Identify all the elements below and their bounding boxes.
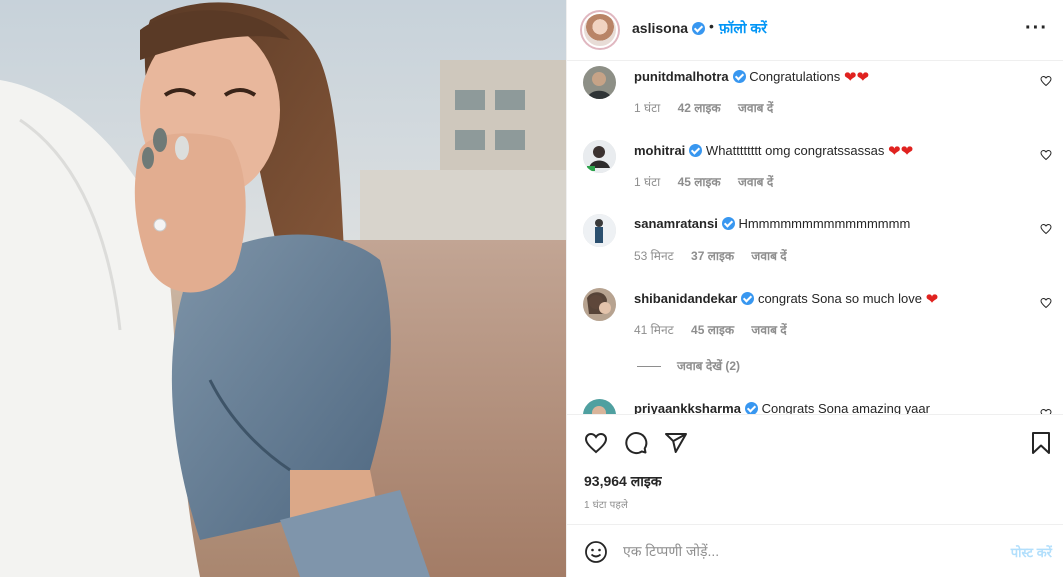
reply-button[interactable]: जवाब दें [738, 101, 773, 115]
post-photo[interactable] [0, 0, 566, 577]
post-panel: aslisona • फ़ॉलो करें ··· punitdmalhotra… [566, 0, 1063, 577]
verified-badge-icon [732, 70, 746, 83]
heart-outline-icon[interactable] [1040, 75, 1052, 87]
comment-text: Whatttttttt omg congratssassas [705, 143, 885, 158]
share-send-icon[interactable] [664, 431, 688, 455]
comment-item: punitdmalhotra Congratulations ❤❤ 1 घंटा… [567, 61, 1063, 135]
heart-emoji: ❤❤ [888, 143, 914, 160]
verified-badge-icon [692, 22, 706, 35]
comment-text: Congrats Sona amazing yaar [761, 401, 930, 414]
comment-time[interactable]: 1 घंटा [634, 175, 660, 189]
comment-item: priyaankksharma Congrats Sona amazing ya… [567, 394, 1063, 414]
commenter-username[interactable]: priyaankksharma [634, 401, 741, 414]
verified-badge-icon [721, 217, 735, 230]
commenter-username[interactable]: sanamratansi [634, 216, 718, 231]
comment-time[interactable]: 41 मिनट [634, 323, 674, 337]
comments-list[interactable]: punitdmalhotra Congratulations ❤❤ 1 घंटा… [567, 61, 1063, 414]
comment-input[interactable] [623, 538, 983, 564]
like-heart-icon[interactable] [584, 431, 608, 455]
comment-text: congrats Sona so much love [757, 291, 922, 306]
commenter-avatar[interactable] [583, 214, 616, 247]
comment-likes[interactable]: 45 लाइक [678, 175, 721, 189]
heart-outline-icon[interactable] [1040, 297, 1052, 309]
author-avatar[interactable] [580, 10, 620, 50]
replies-divider [637, 366, 661, 368]
commenter-avatar[interactable] [583, 399, 616, 414]
verified-badge-icon [689, 144, 703, 157]
likes-count[interactable]: 93,964 लाइक [584, 472, 661, 491]
commenter-username[interactable]: shibanidandekar [634, 291, 737, 306]
heart-outline-icon[interactable] [1040, 223, 1052, 235]
reply-button[interactable]: जवाब दें [751, 249, 786, 263]
bookmark-icon[interactable] [1030, 431, 1052, 455]
post-image [0, 0, 566, 577]
author-username[interactable]: aslisona [632, 20, 706, 36]
comment-bubble-icon[interactable] [624, 431, 648, 455]
comment-likes[interactable]: 37 लाइक [691, 249, 734, 263]
commenter-avatar[interactable] [583, 140, 616, 173]
post-comment-button[interactable]: पोस्ट करें [1011, 543, 1052, 561]
reply-button[interactable]: जवाब दें [738, 175, 773, 189]
post-timestamp[interactable]: 1 घंटा पहले [584, 497, 628, 511]
post-actions: 93,964 लाइक 1 घंटा पहले [567, 414, 1063, 524]
commenter-username[interactable]: punitdmalhotra [634, 69, 729, 84]
comment-item: mohitrai Whatttttttt omg congratssassas … [567, 135, 1063, 209]
post-header: aslisona • फ़ॉलो करें ··· [567, 0, 1063, 61]
view-replies-button[interactable]: जवाब देखें (2) [637, 357, 740, 374]
comment-likes[interactable]: 42 लाइक [678, 101, 721, 115]
more-options-icon[interactable]: ··· [1025, 18, 1048, 38]
comment-likes[interactable]: 45 लाइक [691, 323, 734, 337]
comment-text: Hmmmmmmmmmmmmmmm [738, 216, 911, 231]
commenter-username[interactable]: mohitrai [634, 143, 685, 158]
comment-time[interactable]: 53 मिनट [634, 249, 674, 263]
commenter-avatar[interactable] [583, 288, 616, 321]
verified-badge-icon [741, 292, 755, 305]
follow-button[interactable]: फ़ॉलो करें [719, 19, 767, 38]
heart-outline-icon[interactable] [1040, 149, 1052, 161]
comment-item: shibanidandekar congrats Sona so much lo… [567, 283, 1063, 357]
comment-time[interactable]: 1 घंटा [634, 101, 660, 115]
emoji-icon[interactable] [584, 540, 608, 564]
comment-text: Congratulations [749, 69, 841, 84]
heart-emoji: ❤ [925, 291, 939, 308]
reply-button[interactable]: जवाब दें [751, 323, 786, 337]
header-separator: • [709, 18, 714, 34]
heart-emoji: ❤❤ [843, 69, 870, 86]
verified-badge-icon [744, 402, 758, 414]
comment-item: sanamratansi Hmmmmmmmmmmmmmmm 53 मिनट 37… [567, 209, 1063, 283]
commenter-avatar[interactable] [583, 66, 616, 99]
add-comment-bar: पोस्ट करें [567, 524, 1063, 577]
